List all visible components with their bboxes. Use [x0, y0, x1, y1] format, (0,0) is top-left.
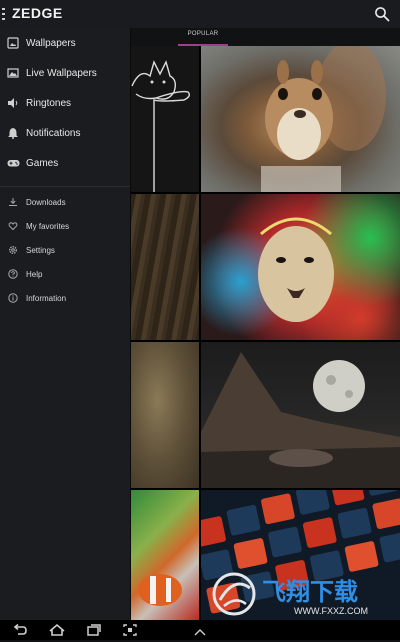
nav-item-my-favorites[interactable]: My favorites	[0, 214, 130, 238]
nav-item-wallpapers[interactable]: Wallpapers	[0, 28, 130, 58]
nav-label: My favorites	[26, 221, 70, 231]
menu-icon[interactable]	[2, 8, 6, 20]
lion-art	[258, 217, 334, 322]
app-logo: ZEDGE	[12, 5, 63, 21]
wallpaper-thumbnail-fur[interactable]	[130, 342, 199, 488]
nav-label: Wallpapers	[26, 37, 76, 49]
heart-icon	[6, 219, 20, 233]
moon-landscape-art	[201, 352, 400, 488]
wallpaper-grid	[130, 46, 400, 620]
drawer-divider	[0, 186, 130, 187]
watermark-url: WWW.FXXZ.COM	[294, 606, 368, 616]
nav-item-games[interactable]: Games	[0, 148, 130, 178]
bell-icon	[6, 126, 20, 140]
search-icon[interactable]	[374, 6, 390, 22]
nav-item-downloads[interactable]: Downloads	[0, 190, 130, 214]
speaker-icon	[6, 96, 20, 110]
nav-item-settings[interactable]: Settings	[0, 238, 130, 262]
cat-line-art	[131, 60, 191, 192]
download-icon	[6, 195, 20, 209]
nav-label: Settings	[26, 245, 55, 255]
nav-label: Information	[26, 293, 67, 303]
screenshot-icon[interactable]	[122, 623, 138, 637]
recent-apps-icon[interactable]	[86, 623, 102, 637]
back-icon[interactable]	[12, 623, 28, 637]
wallpaper-thumbnail-clownfish[interactable]	[130, 490, 199, 620]
watermark: 飞翔下载 WWW.FXXZ.COM	[206, 570, 396, 618]
chevron-up-icon[interactable]	[192, 624, 208, 638]
tab-bar: POPULAR	[130, 28, 400, 46]
nav-item-help[interactable]: Help	[0, 262, 130, 286]
nav-label: Notifications	[26, 127, 81, 139]
clownfish-art	[138, 574, 182, 606]
info-icon	[6, 291, 20, 305]
nav-label: Ringtones	[26, 97, 72, 109]
nav-label: Downloads	[26, 197, 66, 207]
wallpaper-thumbnail-moon[interactable]	[201, 342, 400, 488]
nav-item-ringtones[interactable]: Ringtones	[0, 88, 130, 118]
landscape-icon	[6, 66, 20, 80]
watermark-text: 飞翔下载	[262, 578, 358, 606]
gear-icon	[6, 243, 20, 257]
home-icon[interactable]	[48, 623, 65, 637]
navigation-drawer: Wallpapers Live Wallpapers Ringtones Not…	[0, 28, 131, 620]
wallpaper-thumbnail-bark[interactable]	[130, 194, 199, 340]
wallpaper-thumbnail-cat[interactable]	[130, 46, 199, 192]
nav-item-live-wallpapers[interactable]: Live Wallpapers	[0, 58, 130, 88]
squirrel-art	[261, 46, 386, 192]
help-icon	[6, 267, 20, 281]
image-icon	[6, 36, 20, 50]
wallpaper-thumbnail-squirrel[interactable]	[201, 46, 400, 192]
nav-label: Help	[26, 269, 43, 279]
gamepad-icon	[6, 156, 20, 170]
tab-popular[interactable]: POPULAR	[178, 31, 228, 46]
wallpaper-thumbnail-lion[interactable]	[201, 194, 400, 340]
nav-item-information[interactable]: Information	[0, 286, 130, 310]
nav-label: Live Wallpapers	[26, 67, 97, 79]
system-navigation-bar	[0, 620, 400, 640]
nav-item-notifications[interactable]: Notifications	[0, 118, 130, 148]
top-app-bar: ZEDGE	[0, 0, 400, 29]
nav-label: Games	[26, 157, 59, 169]
